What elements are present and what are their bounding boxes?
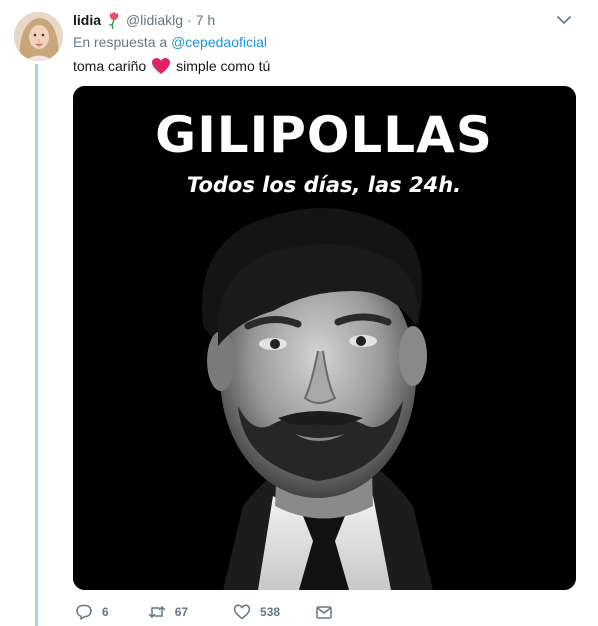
retweet-button[interactable]: 67 (148, 603, 188, 621)
direct-message-button[interactable] (315, 603, 333, 621)
flower-badge-icon (107, 11, 121, 30)
reply-button[interactable]: 6 (75, 603, 109, 621)
retweet-icon (148, 606, 165, 618)
thread-line (35, 64, 38, 626)
chevron-down-icon[interactable] (555, 11, 573, 29)
retweet-count: 67 (174, 605, 189, 619)
tweet-actions: 6 67 538 (73, 601, 333, 623)
like-button[interactable]: 538 (233, 603, 280, 621)
direct-message-icon (316, 606, 332, 619)
tweet-header: lidia @lidiaklg · 7 h (73, 10, 215, 30)
reply-prefix: En respuesta a (73, 34, 168, 50)
tweet-text-before: toma cariño (73, 58, 147, 74)
like-count: 538 (260, 605, 281, 619)
like-icon (233, 604, 251, 620)
display-name[interactable]: lidia (73, 12, 101, 28)
heart-emoji-icon (151, 57, 171, 75)
reply-to-link[interactable]: @cepedaoficial (171, 34, 267, 50)
tweet-text: toma cariño simple como tú (73, 57, 270, 75)
separator-dot: · (187, 12, 192, 28)
media-headline: GILIPOLLAS (155, 106, 493, 164)
user-handle[interactable]: @lidiaklg (126, 12, 183, 28)
tweet-text-after: simple como tú (176, 58, 271, 74)
avatar[interactable] (14, 12, 63, 61)
timestamp[interactable]: 7 h (196, 12, 215, 28)
reply-count: 6 (102, 605, 109, 619)
media-subline: Todos los días, las 24h. (187, 173, 461, 197)
tweet-media-image[interactable]: GILIPOLLAS Todos los días, las 24h. (73, 86, 576, 590)
reply-context: En respuesta a @cepedaoficial (73, 34, 267, 50)
reply-icon (76, 604, 92, 620)
